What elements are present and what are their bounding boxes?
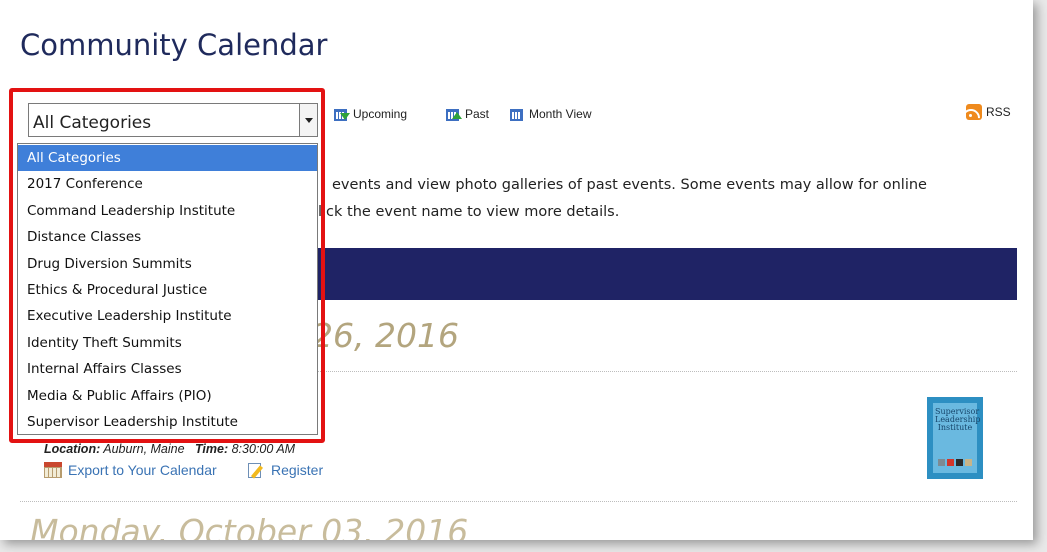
divider [20, 501, 1017, 502]
month-grid-icon [510, 108, 523, 121]
calendar-export-icon [44, 462, 62, 478]
month-view-link[interactable]: Month View [510, 107, 591, 121]
rss-icon [966, 104, 982, 120]
event-time: 8:30:00 AM [231, 442, 296, 456]
rss-link[interactable]: RSS [966, 104, 1011, 120]
export-label: Export to Your Calendar [68, 462, 217, 478]
rss-label: RSS [986, 105, 1011, 119]
past-calendar-icon [446, 108, 462, 121]
event-location: Auburn, Maine [103, 442, 185, 456]
location-label: Location: [44, 442, 101, 456]
page: Community Calendar Upcoming Past Month V… [0, 0, 1033, 540]
register-link[interactable]: Register [248, 462, 324, 479]
upcoming-calendar-icon [334, 108, 350, 121]
month-view-label: Month View [529, 107, 592, 121]
supervisor-leadership-logo[interactable]: Supervisor Leadership Institute [927, 397, 983, 479]
past-label: Past [465, 107, 490, 121]
next-event-date-heading: Monday, October 03, 2016 [30, 512, 469, 540]
upcoming-link[interactable]: Upcoming [334, 107, 407, 121]
past-link[interactable]: Past [446, 107, 489, 121]
register-form-icon [248, 462, 265, 479]
upcoming-label: Upcoming [353, 107, 408, 121]
time-label: Time: [195, 442, 229, 456]
event-meta: Location: Auburn, Maine Time: 8:30:00 AM [44, 442, 295, 456]
logo-squares [938, 459, 972, 466]
highlight-box [9, 88, 325, 443]
page-title: Community Calendar [20, 28, 328, 62]
export-calendar-link[interactable]: Export to Your Calendar [44, 462, 217, 478]
register-label: Register [271, 462, 324, 478]
event-date-heading: 26, 2016 [312, 316, 459, 355]
